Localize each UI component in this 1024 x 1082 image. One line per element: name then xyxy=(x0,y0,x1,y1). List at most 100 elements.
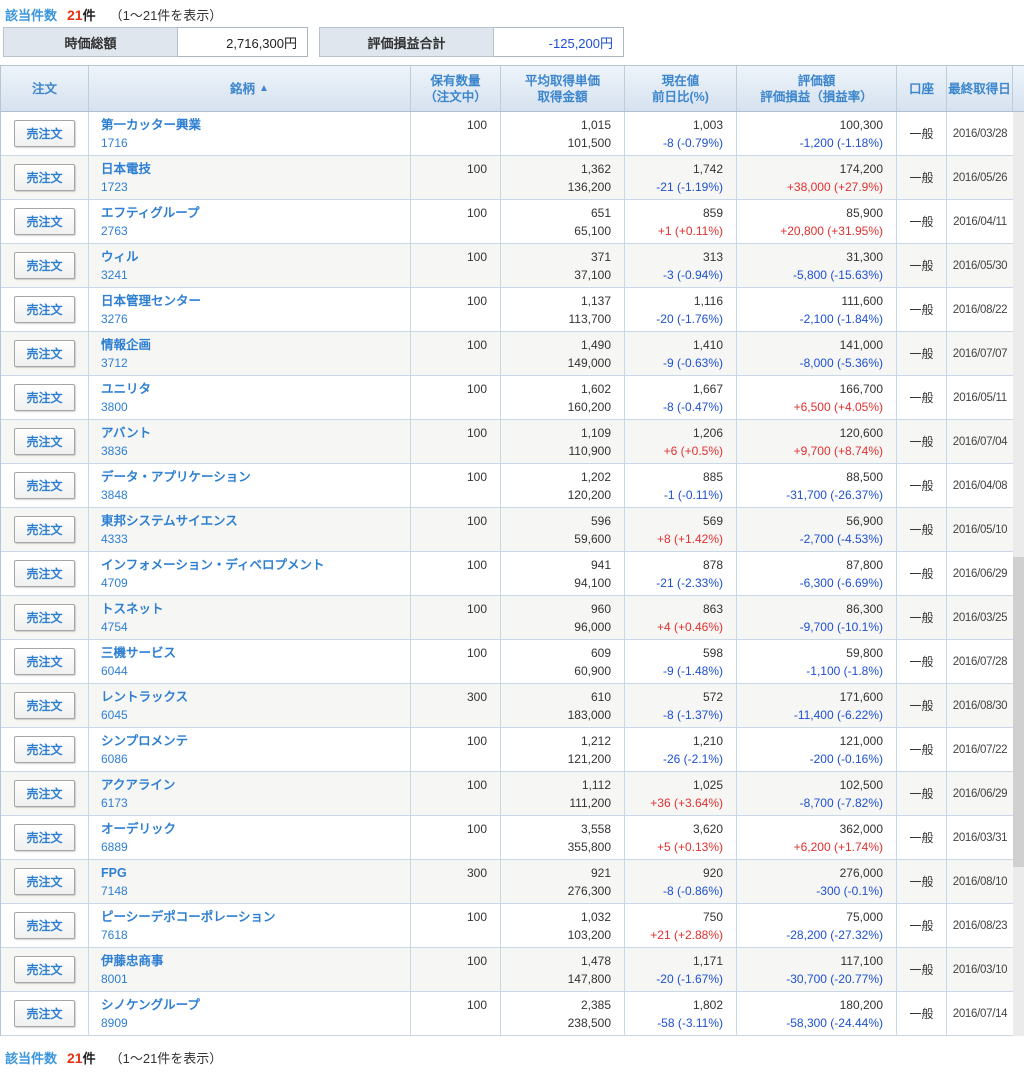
holding-quantity: 100 xyxy=(466,426,487,440)
stock-code: 6045 xyxy=(101,708,128,722)
sell-order-button[interactable]: 売注文 xyxy=(14,208,75,235)
account-type: 一般 xyxy=(897,640,947,683)
table-row: 売注文 日本管理センター 3276 100 1,137 113,700 1,11… xyxy=(1,288,1024,332)
stock-name-link[interactable]: レントラックス xyxy=(101,688,410,706)
day-change: -26 (-2.1%) xyxy=(662,752,723,766)
current-price: 885 xyxy=(702,470,723,484)
order-cell: 売注文 xyxy=(1,244,89,287)
holding-quantity: 100 xyxy=(466,514,487,528)
acquisition-amount: 136,200 xyxy=(567,180,611,194)
portfolio-page: 該当件数 21件 （1〜21件を表示） 時価総額 2,716,300円 評価損益合計… xyxy=(0,0,1024,1082)
account-type: 一般 xyxy=(897,156,947,199)
scrollbar-thumb[interactable] xyxy=(1013,557,1024,867)
sell-order-button[interactable]: 売注文 xyxy=(14,472,75,499)
day-change: -20 (-1.67%) xyxy=(656,972,723,986)
last-acquired-date: 2016/03/10 xyxy=(952,963,1008,976)
sell-order-button[interactable]: 売注文 xyxy=(14,780,75,807)
avg-price-cell: 1,112 111,200 xyxy=(501,772,625,815)
sell-order-button[interactable]: 売注文 xyxy=(14,868,75,895)
valuation-cell: 120,600 +9,700 (+8.74%) xyxy=(737,420,897,463)
quantity-cell: 100 xyxy=(411,464,501,507)
header-filler xyxy=(1013,66,1024,111)
holding-quantity: 100 xyxy=(466,910,487,924)
stock-cell: シノケングループ 8909 xyxy=(89,992,411,1035)
stock-name-link[interactable]: オーデリック xyxy=(101,820,410,838)
sell-order-button[interactable]: 売注文 xyxy=(14,1000,75,1027)
day-change: +36 (+3.64%) xyxy=(650,796,723,810)
stock-name-link[interactable]: インフォメーション・ディベロプメント xyxy=(101,556,410,574)
holding-quantity: 100 xyxy=(466,118,487,132)
stock-name-link[interactable]: エフティグループ xyxy=(101,204,410,222)
avg-price-cell: 1,490 149,000 xyxy=(501,332,625,375)
sell-order-button[interactable]: 売注文 xyxy=(14,560,75,587)
sell-order-button[interactable]: 売注文 xyxy=(14,912,75,939)
account-type: 一般 xyxy=(897,552,947,595)
stock-name-link[interactable]: 伊藤忠商事 xyxy=(101,952,410,970)
valuation-cell: 180,200 -58,300 (-24.44%) xyxy=(737,992,897,1035)
current-price: 598 xyxy=(702,646,723,660)
stock-name-link[interactable]: アバント xyxy=(101,424,410,442)
order-cell: 売注文 xyxy=(1,288,89,331)
quantity-cell: 100 xyxy=(411,596,501,639)
valuation-pl: -1,100 (-1.8%) xyxy=(806,664,883,678)
stock-name-link[interactable]: 情報企画 xyxy=(101,336,410,354)
sell-order-button[interactable]: 売注文 xyxy=(14,340,75,367)
quantity-cell: 300 xyxy=(411,860,501,903)
valuation-pl: +20,800 (+31.95%) xyxy=(780,224,883,238)
valuation-cell: 121,000 -200 (-0.16%) xyxy=(737,728,897,771)
sell-order-button[interactable]: 売注文 xyxy=(14,648,75,675)
sell-order-button[interactable]: 売注文 xyxy=(14,604,75,631)
stock-name-link[interactable]: 東邦システムサイエンス xyxy=(101,512,410,530)
current-price-cell: 1,003 -8 (-0.79%) xyxy=(625,112,737,155)
stock-name-link[interactable]: アクアライン xyxy=(101,776,410,794)
valuation-amount: 171,600 xyxy=(839,690,883,704)
stock-code: 2763 xyxy=(101,224,128,238)
table-row: 売注文 ウィル 3241 100 371 37,100 313 -3 (-0.9… xyxy=(1,244,1024,288)
sell-order-button[interactable]: 売注文 xyxy=(14,736,75,763)
sell-order-button[interactable]: 売注文 xyxy=(14,692,75,719)
avg-acquisition-price: 3,558 xyxy=(580,822,611,836)
sell-order-button[interactable]: 売注文 xyxy=(14,824,75,851)
last-acquired-date: 2016/06/29 xyxy=(952,567,1008,580)
sort-asc-icon[interactable]: ▲ xyxy=(259,81,269,97)
last-acquired-date: 2016/08/10 xyxy=(952,875,1008,888)
valuation-pl: -11,400 (-6.22%) xyxy=(793,708,883,722)
valuation-cell: 88,500 -31,700 (-26.37%) xyxy=(737,464,897,507)
stock-name-link[interactable]: ウィル xyxy=(101,248,410,266)
stock-name-link[interactable]: 第一カッター興業 xyxy=(101,116,410,134)
stock-name-link[interactable]: データ・アプリケーション xyxy=(101,468,410,486)
acquisition-amount: 59,600 xyxy=(574,532,611,546)
avg-price-cell: 610 183,000 xyxy=(501,684,625,727)
stock-name-link[interactable]: ピーシーデポコーポレーション xyxy=(101,908,410,926)
header-valuation: 評価額 評価損益（損益率） xyxy=(737,66,897,111)
current-price: 750 xyxy=(702,910,723,924)
stock-name-link[interactable]: FPG xyxy=(101,864,410,882)
table-row: 売注文 東邦システムサイエンス 4333 100 596 59,600 569 … xyxy=(1,508,1024,552)
quantity-cell: 100 xyxy=(411,552,501,595)
stock-name-link[interactable]: 三機サービス xyxy=(101,644,410,662)
avg-acquisition-price: 941 xyxy=(590,558,611,572)
stock-name-link[interactable]: ユニリタ xyxy=(101,380,410,398)
acquisition-amount: 355,800 xyxy=(567,840,611,854)
stock-name-link[interactable]: 日本電技 xyxy=(101,160,410,178)
sell-order-button[interactable]: 売注文 xyxy=(14,164,75,191)
holding-quantity: 100 xyxy=(466,470,487,484)
stock-name-link[interactable]: シノケングループ xyxy=(101,996,410,1014)
current-price: 920 xyxy=(702,866,723,880)
stock-name-link[interactable]: シンプロメンテ xyxy=(101,732,410,750)
sell-order-button[interactable]: 売注文 xyxy=(14,252,75,279)
sell-order-button[interactable]: 売注文 xyxy=(14,428,75,455)
vertical-scrollbar[interactable] xyxy=(1013,112,1024,1036)
valuation-pl: -30,700 (-20.77%) xyxy=(786,972,883,986)
day-change: +21 (+2.88%) xyxy=(650,928,723,942)
stock-name-link[interactable]: トスネット xyxy=(101,600,410,618)
header-stock-sortable[interactable]: 銘柄 ▲ xyxy=(89,66,411,111)
sell-order-button[interactable]: 売注文 xyxy=(14,296,75,323)
account-type: 一般 xyxy=(897,420,947,463)
sell-order-button[interactable]: 売注文 xyxy=(14,384,75,411)
current-price: 1,742 xyxy=(692,162,723,176)
sell-order-button[interactable]: 売注文 xyxy=(14,120,75,147)
sell-order-button[interactable]: 売注文 xyxy=(14,956,75,983)
sell-order-button[interactable]: 売注文 xyxy=(14,516,75,543)
stock-name-link[interactable]: 日本管理センター xyxy=(101,292,410,310)
